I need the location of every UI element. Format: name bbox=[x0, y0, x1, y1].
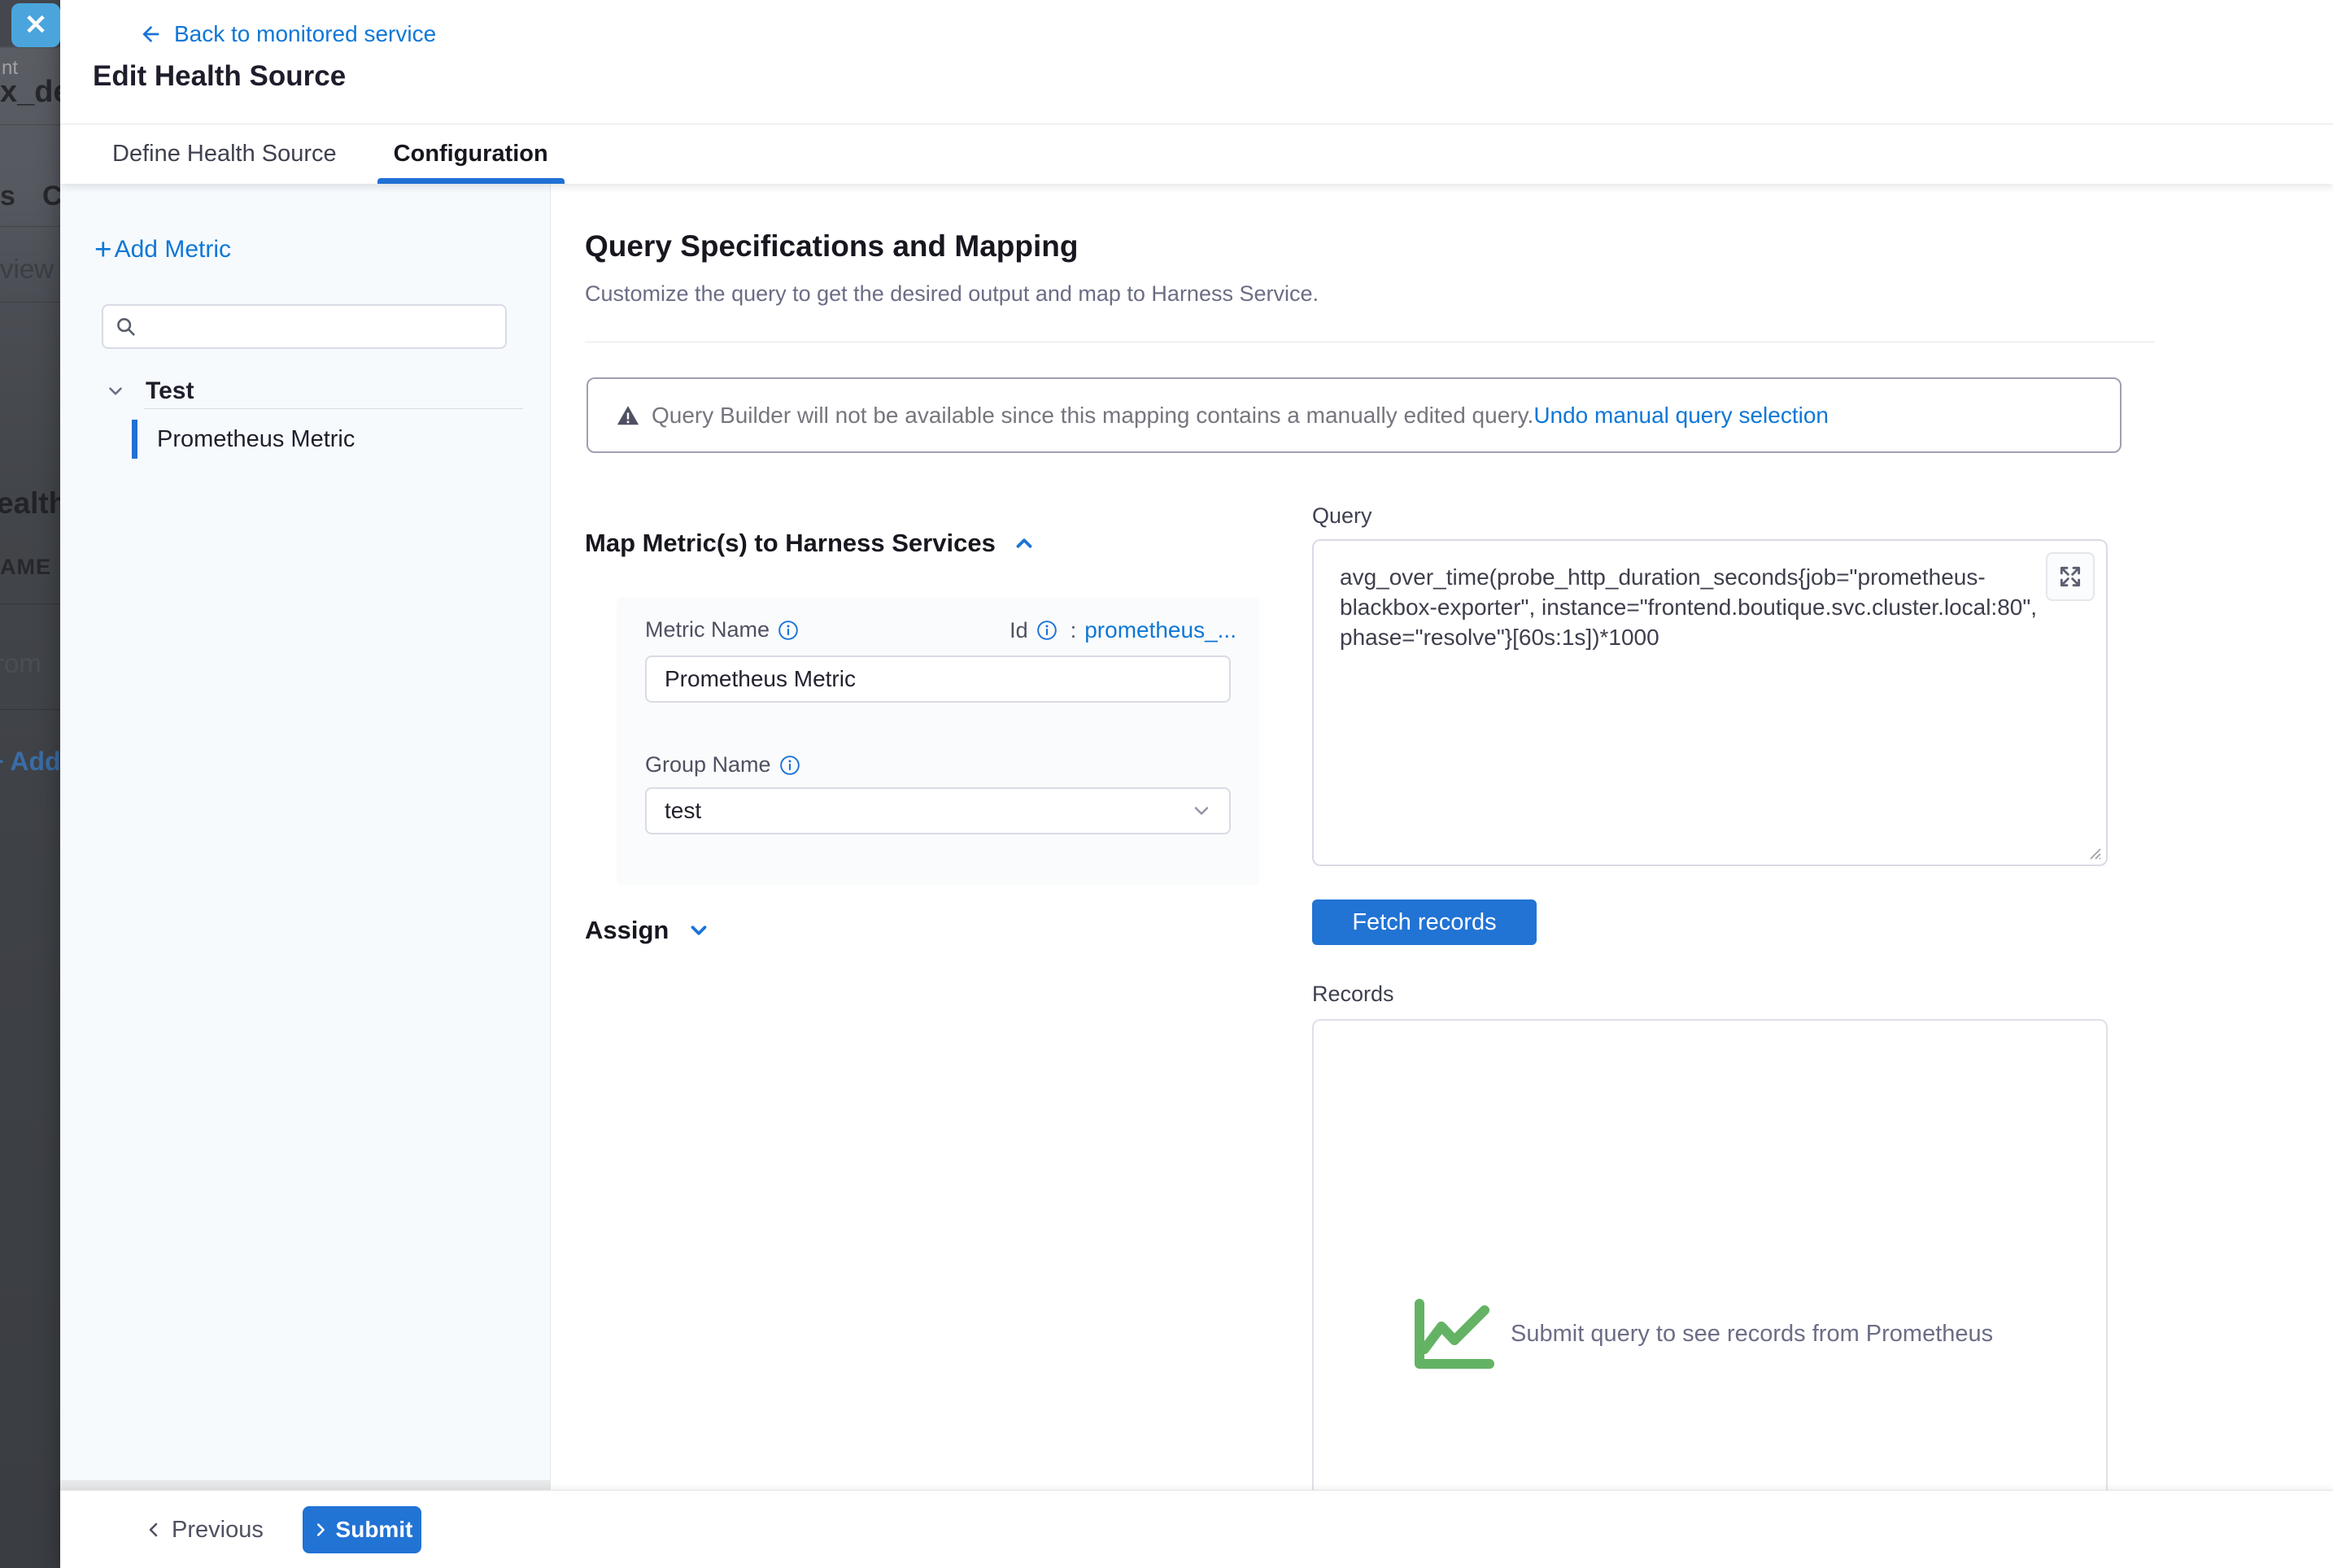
close-icon: ✕ bbox=[24, 9, 48, 41]
chevron-right-icon bbox=[312, 1521, 329, 1539]
edit-health-source-modal: Back to monitored service Edit Health So… bbox=[60, 0, 2333, 1568]
query-text[interactable]: avg_over_time(probe_http_duration_second… bbox=[1340, 562, 2074, 652]
background-text-fragment: view bbox=[0, 254, 54, 285]
undo-manual-query-link[interactable]: Undo manual query selection bbox=[1533, 403, 1829, 429]
background-text-fragment: ealth S bbox=[0, 486, 60, 520]
section-heading: Query Specifications and Mapping bbox=[585, 229, 1079, 264]
metrics-sidebar: + Add Metric Test bbox=[60, 184, 551, 1490]
chevron-up-icon bbox=[1012, 531, 1036, 555]
metric-id-row: Id : prometheus_... bbox=[1010, 617, 1236, 643]
map-metrics-title: Map Metric(s) to Harness Services bbox=[585, 529, 996, 558]
background-divider bbox=[0, 226, 60, 227]
info-icon[interactable] bbox=[778, 620, 799, 641]
group-name-label: Group Name bbox=[645, 752, 771, 777]
tab-configuration[interactable]: Configuration bbox=[377, 124, 565, 184]
background-text-fragment: x_dev bbox=[0, 75, 60, 110]
metric-item-label: Prometheus Metric bbox=[157, 426, 355, 453]
group-name-label-row: Group Name bbox=[645, 752, 800, 777]
fetch-records-button[interactable]: Fetch records bbox=[1312, 899, 1537, 945]
records-empty-text: Submit query to see records from Prometh… bbox=[1511, 1321, 1993, 1348]
background-divider bbox=[0, 709, 60, 710]
expand-icon bbox=[2057, 564, 2083, 590]
line-chart-icon bbox=[1411, 1297, 1496, 1370]
metric-group-name: Test bbox=[146, 377, 194, 405]
warning-icon bbox=[616, 403, 640, 428]
assign-title: Assign bbox=[585, 916, 669, 945]
screen: nt x_dev s C view ealth S AME rom + Add … bbox=[0, 0, 2333, 1568]
chevron-down-icon bbox=[687, 918, 711, 943]
active-tab-underline bbox=[377, 178, 565, 184]
metric-id-value[interactable]: prometheus_... bbox=[1084, 617, 1236, 643]
page-title: Edit Health Source bbox=[93, 60, 346, 93]
arrow-left-icon bbox=[138, 21, 164, 47]
selected-indicator-bar bbox=[132, 420, 137, 459]
previous-label: Previous bbox=[172, 1517, 264, 1544]
fetch-records-label: Fetch records bbox=[1352, 909, 1496, 936]
chevron-left-icon bbox=[144, 1520, 164, 1540]
background-text-fragment: + Add bbox=[0, 747, 60, 777]
previous-button[interactable]: Previous bbox=[144, 1491, 264, 1568]
metric-search-box[interactable] bbox=[102, 304, 507, 349]
search-input[interactable] bbox=[146, 306, 505, 347]
dimmed-background-page: nt x_dev s C view ealth S AME rom + Add bbox=[0, 0, 60, 1568]
expand-query-button[interactable] bbox=[2046, 552, 2095, 601]
modal-footer: Previous Submit bbox=[60, 1490, 2333, 1568]
query-builder-warning-banner: Query Builder will not be available sinc… bbox=[587, 377, 2122, 453]
metric-mapping-card: Metric Name Id bbox=[617, 597, 1259, 885]
warning-text: Query Builder will not be available sinc… bbox=[652, 403, 1533, 429]
metric-group-toggle[interactable]: Test bbox=[105, 377, 194, 405]
metric-name-label-row: Metric Name bbox=[645, 617, 799, 642]
id-label: Id bbox=[1010, 618, 1028, 643]
configuration-panel: Query Specifications and Mapping Customi… bbox=[551, 184, 2333, 1490]
background-text-fragment: AME bbox=[0, 555, 51, 580]
metric-name-label: Metric Name bbox=[645, 617, 770, 642]
search-icon bbox=[115, 316, 137, 338]
sidebar-bottom-strip bbox=[60, 1480, 550, 1490]
group-name-select[interactable]: test bbox=[645, 787, 1231, 834]
tab-bar: Define Health Source Configuration bbox=[60, 124, 2333, 184]
sidebar-item-prometheus-metric[interactable]: Prometheus Metric bbox=[60, 420, 550, 459]
info-icon[interactable] bbox=[779, 755, 800, 776]
modal-header: Back to monitored service Edit Health So… bbox=[60, 0, 2333, 184]
tab-label: Define Health Source bbox=[112, 141, 337, 168]
back-link-label: Back to monitored service bbox=[174, 21, 436, 47]
chevron-down-icon bbox=[1190, 799, 1213, 822]
tab-label: Configuration bbox=[394, 141, 548, 168]
map-metrics-section-header[interactable]: Map Metric(s) to Harness Services bbox=[585, 529, 1036, 558]
close-modal-button[interactable]: ✕ bbox=[11, 3, 60, 47]
query-label: Query bbox=[1312, 503, 1372, 529]
background-text-fragment: C bbox=[42, 181, 60, 212]
background-divider bbox=[0, 124, 60, 125]
background-text-fragment: rom bbox=[0, 648, 41, 679]
id-colon: : bbox=[1071, 618, 1077, 643]
tab-define-health-source[interactable]: Define Health Source bbox=[96, 124, 353, 184]
submit-label: Submit bbox=[336, 1517, 413, 1543]
query-editor[interactable]: avg_over_time(probe_http_duration_second… bbox=[1312, 539, 2108, 866]
group-name-value: test bbox=[665, 798, 1190, 824]
section-subheading: Customize the query to get the desired o… bbox=[585, 281, 1319, 307]
back-to-monitored-service-link[interactable]: Back to monitored service bbox=[138, 21, 436, 47]
group-divider bbox=[144, 408, 523, 409]
chevron-down-icon bbox=[105, 381, 126, 402]
metric-name-field[interactable] bbox=[645, 656, 1231, 703]
plus-icon: + bbox=[94, 234, 112, 264]
add-metric-button[interactable]: + Add Metric bbox=[94, 234, 231, 264]
add-metric-label: Add Metric bbox=[115, 236, 231, 264]
background-divider bbox=[0, 603, 60, 604]
records-label: Records bbox=[1312, 982, 1394, 1007]
records-panel: Submit query to see records from Prometh… bbox=[1312, 1019, 2108, 1490]
records-empty-state: Submit query to see records from Prometh… bbox=[1411, 1297, 1993, 1370]
submit-button[interactable]: Submit bbox=[303, 1506, 421, 1553]
info-icon[interactable] bbox=[1036, 620, 1057, 641]
background-divider bbox=[0, 302, 60, 303]
background-text-fragment: s bbox=[0, 181, 15, 212]
assign-section-header[interactable]: Assign bbox=[585, 916, 711, 945]
resize-handle[interactable] bbox=[2083, 842, 2103, 861]
